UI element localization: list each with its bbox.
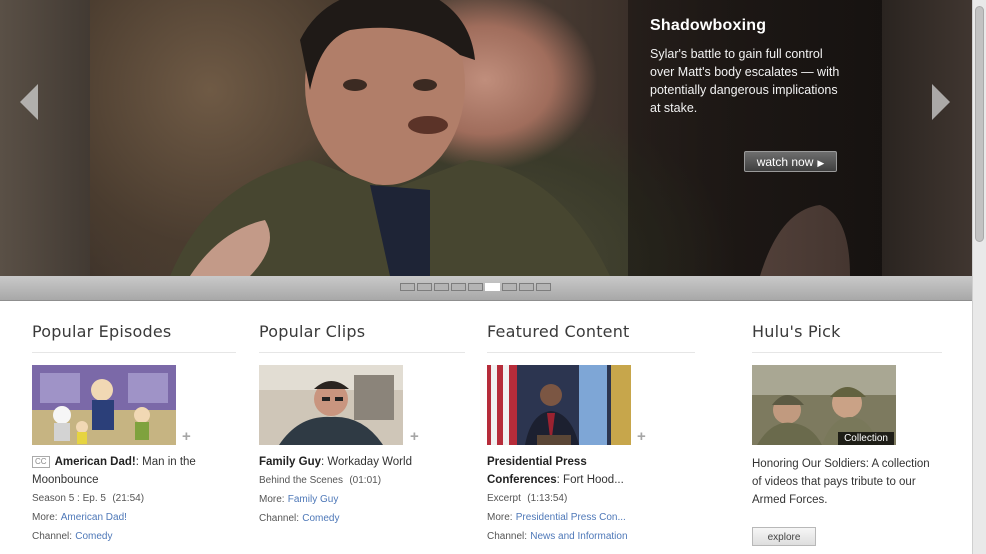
collection-tag: Collection bbox=[838, 432, 894, 445]
pick-thumbnail[interactable]: Collection bbox=[752, 365, 896, 445]
clip-details: Family Guy: Workaday World Behind the Sc… bbox=[259, 453, 465, 528]
section-heading: Hulu's Pick bbox=[752, 322, 942, 353]
carousel-page-dot[interactable] bbox=[451, 283, 466, 291]
more-link[interactable]: Presidential Press Con... bbox=[516, 512, 626, 523]
carousel-pager-bar bbox=[0, 276, 972, 301]
add-to-queue-plus-icon[interactable]: + bbox=[637, 428, 646, 445]
closed-captions-icon: CC bbox=[32, 456, 50, 468]
episode-details: CC American Dad!: Man in the Moonbounce S… bbox=[32, 453, 207, 546]
play-triangle-icon: ▶ bbox=[817, 158, 825, 168]
more-link[interactable]: Family Guy bbox=[288, 494, 339, 505]
next-slide-arrow-icon[interactable] bbox=[932, 84, 950, 120]
section-heading: Popular Clips bbox=[259, 322, 465, 353]
carousel-page-dot[interactable] bbox=[502, 283, 517, 291]
duration: (21:54) bbox=[112, 493, 145, 504]
featured-content-section: Featured Content + Presidential Press Co… bbox=[487, 322, 695, 542]
more-label: More: bbox=[487, 512, 513, 523]
carousel-page-dot[interactable] bbox=[468, 283, 483, 291]
more-link[interactable]: American Dad! bbox=[61, 512, 127, 523]
hero-prev-slide-peek bbox=[0, 0, 90, 276]
scrollbar-thumb[interactable] bbox=[975, 6, 984, 242]
featured-thumbnail[interactable] bbox=[487, 365, 631, 445]
featured-title[interactable]: : Fort Hood... bbox=[557, 474, 624, 486]
channel-link[interactable]: News and Information bbox=[530, 531, 627, 542]
channel-label: Channel: bbox=[259, 513, 300, 524]
channel-link[interactable]: Comedy bbox=[75, 531, 112, 542]
hero-next-slide-peek bbox=[882, 0, 972, 276]
carousel-page-dot[interactable] bbox=[519, 283, 534, 291]
carousel-page-dot[interactable] bbox=[485, 283, 500, 291]
episode-show-name[interactable]: American Dad! bbox=[55, 456, 136, 468]
duration: (1:13:54) bbox=[527, 493, 568, 504]
section-heading: Popular Episodes bbox=[32, 322, 236, 353]
carousel-pager bbox=[400, 283, 551, 291]
hero-description: Sylar's battle to gain full control over… bbox=[650, 47, 840, 115]
hero-title[interactable]: Shadowboxing bbox=[650, 17, 766, 35]
clip-thumbnail[interactable] bbox=[259, 365, 403, 445]
clip-title[interactable]: : Workaday World bbox=[321, 456, 412, 468]
more-label: More: bbox=[259, 494, 285, 505]
item-type: Excerpt bbox=[487, 493, 521, 504]
carousel-page-dot[interactable] bbox=[434, 283, 449, 291]
popular-clips-section: Popular Clips + Family Guy: Workaday Wor… bbox=[259, 322, 465, 524]
featured-details: Presidential Press Conferences: Fort Hoo… bbox=[487, 453, 657, 546]
pick-description: Honoring Our Soldiers: A collection of v… bbox=[752, 458, 930, 506]
clip-type: Behind the Scenes bbox=[259, 475, 343, 486]
carousel-page-dot[interactable] bbox=[417, 283, 432, 291]
popular-episodes-section: Popular Episodes + CC American Dad!: Man … bbox=[32, 322, 236, 542]
watch-now-button[interactable]: watch now ▶ bbox=[744, 151, 837, 172]
channel-link[interactable]: Comedy bbox=[302, 513, 339, 524]
carousel-page-dot[interactable] bbox=[536, 283, 551, 291]
hero-carousel: Shadowboxing Sylar's battle to gain full… bbox=[0, 0, 972, 276]
watch-now-label: watch now bbox=[756, 155, 814, 169]
hero-info-panel bbox=[628, 0, 882, 276]
vertical-scrollbar[interactable] bbox=[972, 0, 986, 554]
explore-button[interactable]: explore bbox=[752, 527, 816, 546]
add-to-queue-plus-icon[interactable]: + bbox=[410, 428, 419, 445]
channel-label: Channel: bbox=[487, 531, 528, 542]
channel-label: Channel: bbox=[32, 531, 73, 542]
season-episode: Season 5 : Ep. 5 bbox=[32, 493, 106, 504]
episode-thumbnail[interactable] bbox=[32, 365, 176, 445]
hulus-pick-section: Hulu's Pick Collection Honoring Our Sold… bbox=[752, 322, 942, 546]
more-label: More: bbox=[32, 512, 58, 523]
previous-slide-arrow-icon[interactable] bbox=[20, 84, 38, 120]
duration: (01:01) bbox=[349, 475, 382, 486]
section-heading: Featured Content bbox=[487, 322, 695, 353]
add-to-queue-plus-icon[interactable]: + bbox=[182, 428, 191, 445]
clip-show-name[interactable]: Family Guy bbox=[259, 456, 321, 468]
carousel-page-dot[interactable] bbox=[400, 283, 415, 291]
